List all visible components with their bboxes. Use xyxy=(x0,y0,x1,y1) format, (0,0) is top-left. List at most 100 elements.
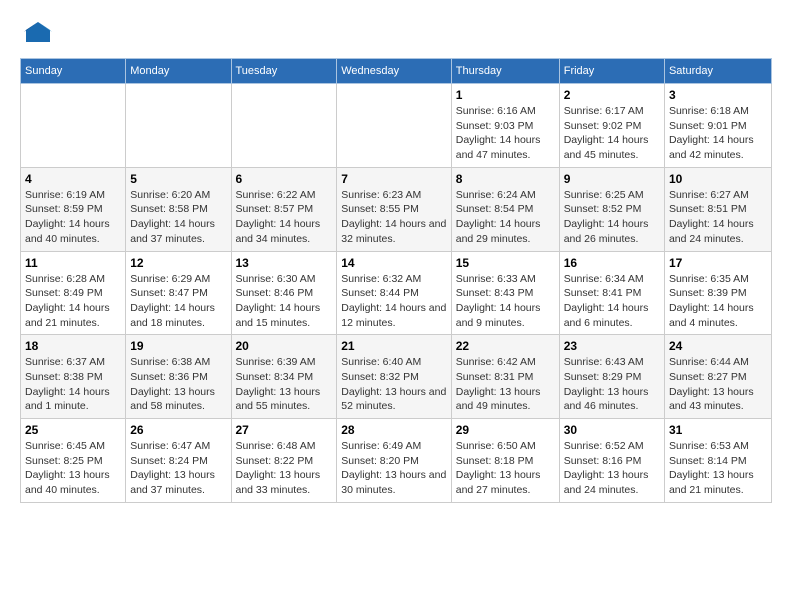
day-info: Sunrise: 6:42 AMSunset: 8:31 PMDaylight:… xyxy=(456,355,555,414)
day-number: 6 xyxy=(236,172,333,186)
day-cell: 8 Sunrise: 6:24 AMSunset: 8:54 PMDaylight… xyxy=(451,167,559,251)
day-info: Sunrise: 6:35 AMSunset: 8:39 PMDaylight:… xyxy=(669,272,767,331)
day-number: 31 xyxy=(669,423,767,437)
page-header xyxy=(20,20,772,48)
day-cell: 11 Sunrise: 6:28 AMSunset: 8:49 PMDayligh… xyxy=(21,251,126,335)
day-cell xyxy=(21,84,126,168)
col-header-saturday: Saturday xyxy=(664,59,771,84)
day-info: Sunrise: 6:39 AMSunset: 8:34 PMDaylight:… xyxy=(236,355,333,414)
day-number: 26 xyxy=(130,423,226,437)
day-number: 8 xyxy=(456,172,555,186)
day-info: Sunrise: 6:45 AMSunset: 8:25 PMDaylight:… xyxy=(25,439,121,498)
day-cell: 30 Sunrise: 6:52 AMSunset: 8:16 PMDayligh… xyxy=(559,419,664,503)
day-number: 30 xyxy=(564,423,660,437)
col-header-friday: Friday xyxy=(559,59,664,84)
day-info: Sunrise: 6:34 AMSunset: 8:41 PMDaylight:… xyxy=(564,272,660,331)
day-cell xyxy=(337,84,452,168)
header-row: SundayMondayTuesdayWednesdayThursdayFrid… xyxy=(21,59,772,84)
day-cell: 9 Sunrise: 6:25 AMSunset: 8:52 PMDaylight… xyxy=(559,167,664,251)
day-cell: 27 Sunrise: 6:48 AMSunset: 8:22 PMDayligh… xyxy=(231,419,337,503)
day-number: 12 xyxy=(130,256,226,270)
col-header-sunday: Sunday xyxy=(21,59,126,84)
day-number: 16 xyxy=(564,256,660,270)
day-cell: 6 Sunrise: 6:22 AMSunset: 8:57 PMDaylight… xyxy=(231,167,337,251)
day-info: Sunrise: 6:44 AMSunset: 8:27 PMDaylight:… xyxy=(669,355,767,414)
day-number: 24 xyxy=(669,339,767,353)
day-cell: 15 Sunrise: 6:33 AMSunset: 8:43 PMDayligh… xyxy=(451,251,559,335)
day-cell xyxy=(231,84,337,168)
logo-icon xyxy=(24,20,52,48)
day-info: Sunrise: 6:48 AMSunset: 8:22 PMDaylight:… xyxy=(236,439,333,498)
col-header-wednesday: Wednesday xyxy=(337,59,452,84)
day-number: 25 xyxy=(25,423,121,437)
day-info: Sunrise: 6:20 AMSunset: 8:58 PMDaylight:… xyxy=(130,188,226,247)
day-info: Sunrise: 6:19 AMSunset: 8:59 PMDaylight:… xyxy=(25,188,121,247)
day-cell: 22 Sunrise: 6:42 AMSunset: 8:31 PMDayligh… xyxy=(451,335,559,419)
day-info: Sunrise: 6:53 AMSunset: 8:14 PMDaylight:… xyxy=(669,439,767,498)
day-info: Sunrise: 6:28 AMSunset: 8:49 PMDaylight:… xyxy=(25,272,121,331)
day-info: Sunrise: 6:32 AMSunset: 8:44 PMDaylight:… xyxy=(341,272,447,331)
day-info: Sunrise: 6:27 AMSunset: 8:51 PMDaylight:… xyxy=(669,188,767,247)
day-info: Sunrise: 6:22 AMSunset: 8:57 PMDaylight:… xyxy=(236,188,333,247)
day-cell: 31 Sunrise: 6:53 AMSunset: 8:14 PMDayligh… xyxy=(664,419,771,503)
day-cell: 21 Sunrise: 6:40 AMSunset: 8:32 PMDayligh… xyxy=(337,335,452,419)
day-info: Sunrise: 6:17 AMSunset: 9:02 PMDaylight:… xyxy=(564,104,660,163)
day-number: 5 xyxy=(130,172,226,186)
day-info: Sunrise: 6:24 AMSunset: 8:54 PMDaylight:… xyxy=(456,188,555,247)
day-number: 22 xyxy=(456,339,555,353)
calendar-table: SundayMondayTuesdayWednesdayThursdayFrid… xyxy=(20,58,772,503)
day-cell: 24 Sunrise: 6:44 AMSunset: 8:27 PMDayligh… xyxy=(664,335,771,419)
day-number: 18 xyxy=(25,339,121,353)
col-header-tuesday: Tuesday xyxy=(231,59,337,84)
day-number: 15 xyxy=(456,256,555,270)
week-row-5: 25 Sunrise: 6:45 AMSunset: 8:25 PMDayligh… xyxy=(21,419,772,503)
day-info: Sunrise: 6:16 AMSunset: 9:03 PMDaylight:… xyxy=(456,104,555,163)
day-info: Sunrise: 6:37 AMSunset: 8:38 PMDaylight:… xyxy=(25,355,121,414)
day-number: 3 xyxy=(669,88,767,102)
day-number: 28 xyxy=(341,423,447,437)
day-cell: 13 Sunrise: 6:30 AMSunset: 8:46 PMDayligh… xyxy=(231,251,337,335)
day-number: 27 xyxy=(236,423,333,437)
day-cell: 29Sunrise: 6:50 AMSunset: 8:18 PMDayligh… xyxy=(451,419,559,503)
day-cell: 23 Sunrise: 6:43 AMSunset: 8:29 PMDayligh… xyxy=(559,335,664,419)
week-row-3: 11 Sunrise: 6:28 AMSunset: 8:49 PMDayligh… xyxy=(21,251,772,335)
day-number: 14 xyxy=(341,256,447,270)
day-number: 17 xyxy=(669,256,767,270)
day-cell: 7Sunrise: 6:23 AMSunset: 8:55 PMDaylight… xyxy=(337,167,452,251)
day-number: 11 xyxy=(25,256,121,270)
day-cell xyxy=(126,84,231,168)
col-header-thursday: Thursday xyxy=(451,59,559,84)
day-info: Sunrise: 6:33 AMSunset: 8:43 PMDaylight:… xyxy=(456,272,555,331)
day-info: Sunrise: 6:38 AMSunset: 8:36 PMDaylight:… xyxy=(130,355,226,414)
day-cell: 4 Sunrise: 6:19 AMSunset: 8:59 PMDaylight… xyxy=(21,167,126,251)
day-number: 7 xyxy=(341,172,447,186)
day-info: Sunrise: 6:52 AMSunset: 8:16 PMDaylight:… xyxy=(564,439,660,498)
week-row-4: 18 Sunrise: 6:37 AMSunset: 8:38 PMDayligh… xyxy=(21,335,772,419)
logo xyxy=(20,20,52,48)
day-info: Sunrise: 6:49 AMSunset: 8:20 PMDaylight:… xyxy=(341,439,447,498)
day-info: Sunrise: 6:25 AMSunset: 8:52 PMDaylight:… xyxy=(564,188,660,247)
day-cell: 2Sunrise: 6:17 AMSunset: 9:02 PMDaylight… xyxy=(559,84,664,168)
col-header-monday: Monday xyxy=(126,59,231,84)
day-info: Sunrise: 6:43 AMSunset: 8:29 PMDaylight:… xyxy=(564,355,660,414)
day-number: 23 xyxy=(564,339,660,353)
day-cell: 10 Sunrise: 6:27 AMSunset: 8:51 PMDayligh… xyxy=(664,167,771,251)
week-row-2: 4 Sunrise: 6:19 AMSunset: 8:59 PMDaylight… xyxy=(21,167,772,251)
day-info: Sunrise: 6:29 AMSunset: 8:47 PMDaylight:… xyxy=(130,272,226,331)
day-number: 13 xyxy=(236,256,333,270)
day-number: 20 xyxy=(236,339,333,353)
day-cell: 16 Sunrise: 6:34 AMSunset: 8:41 PMDayligh… xyxy=(559,251,664,335)
day-number: 4 xyxy=(25,172,121,186)
day-cell: 28 Sunrise: 6:49 AMSunset: 8:20 PMDayligh… xyxy=(337,419,452,503)
day-info: Sunrise: 6:47 AMSunset: 8:24 PMDaylight:… xyxy=(130,439,226,498)
day-info: Sunrise: 6:30 AMSunset: 8:46 PMDaylight:… xyxy=(236,272,333,331)
day-number: 21 xyxy=(341,339,447,353)
day-info: Sunrise: 6:18 AMSunset: 9:01 PMDaylight:… xyxy=(669,104,767,163)
day-cell: 5 Sunrise: 6:20 AMSunset: 8:58 PMDaylight… xyxy=(126,167,231,251)
day-number: 10 xyxy=(669,172,767,186)
day-number: 9 xyxy=(564,172,660,186)
day-cell: 12 Sunrise: 6:29 AMSunset: 8:47 PMDayligh… xyxy=(126,251,231,335)
day-number: 1 xyxy=(456,88,555,102)
day-cell: 3 Sunrise: 6:18 AMSunset: 9:01 PMDaylight… xyxy=(664,84,771,168)
day-info: Sunrise: 6:40 AMSunset: 8:32 PMDaylight:… xyxy=(341,355,447,414)
